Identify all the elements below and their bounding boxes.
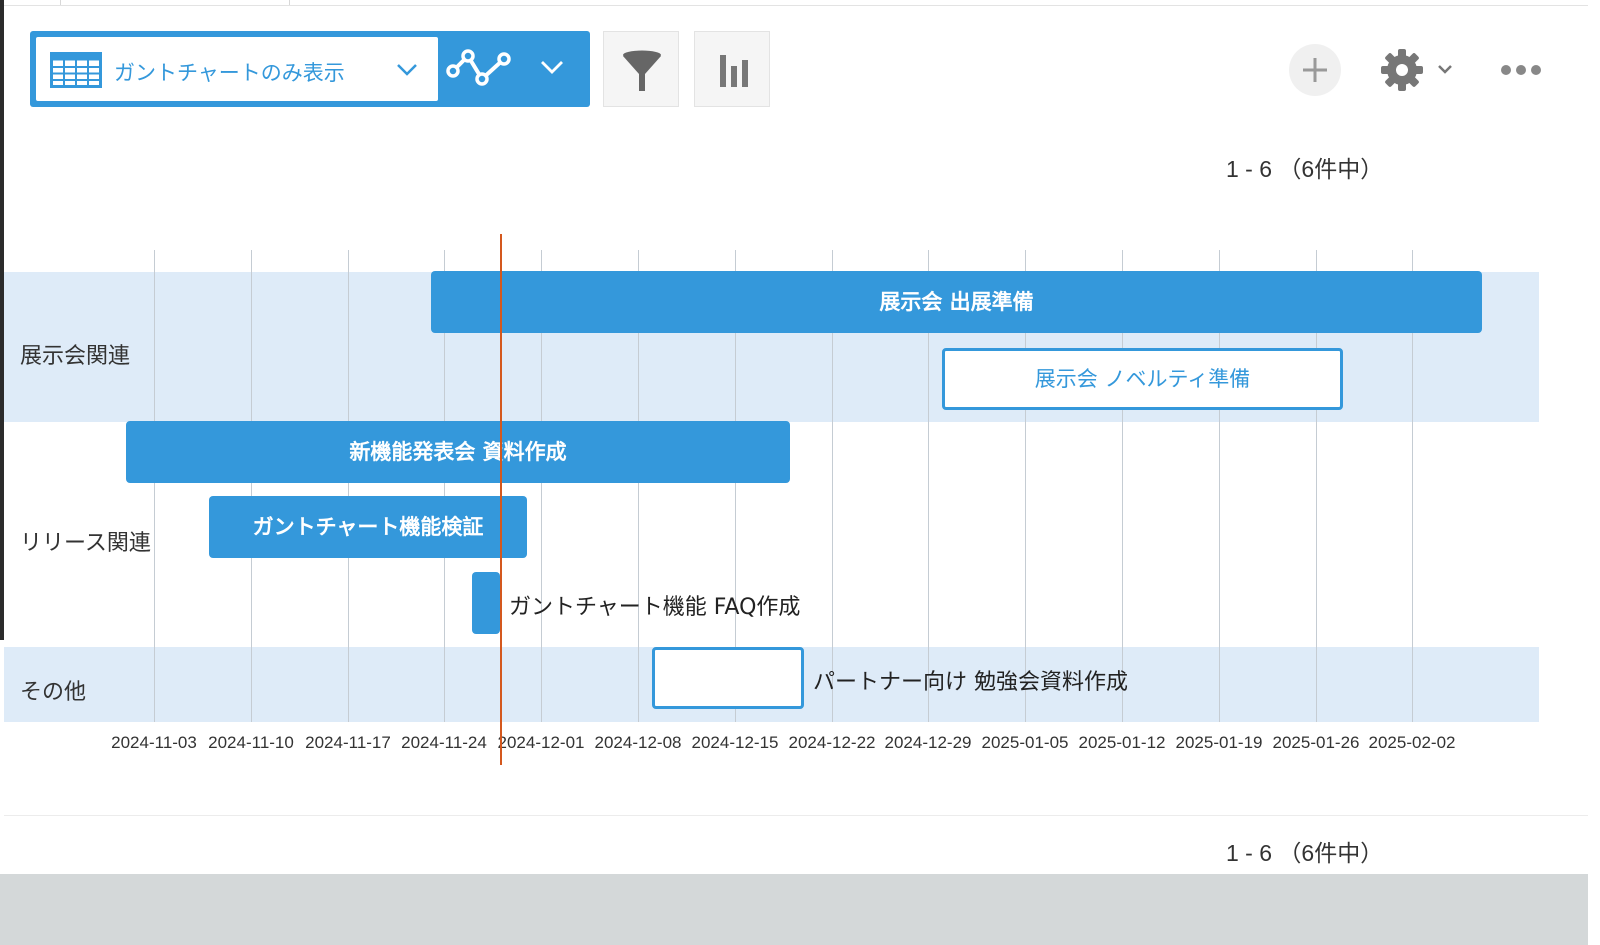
- plus-icon: [1303, 58, 1327, 82]
- axis-tick-label: 2025-01-12: [1078, 733, 1166, 752]
- window-edge: [1588, 0, 1600, 945]
- task-bar[interactable]: 展示会 出展準備: [431, 271, 1482, 333]
- task-bar[interactable]: 新機能発表会 資料作成: [126, 421, 790, 483]
- axis-tick-label: 2025-01-05: [981, 733, 1069, 752]
- gridline: [154, 250, 155, 722]
- gear-icon[interactable]: [1379, 47, 1425, 93]
- group-label: リリース関連: [20, 531, 151, 556]
- filter-button[interactable]: [603, 31, 679, 107]
- pagination-info: 1 - 6 （6件中）: [1226, 840, 1384, 866]
- group-label: 展示会関連: [20, 344, 131, 369]
- gridline: [251, 250, 252, 722]
- graph-icon[interactable]: [446, 45, 512, 93]
- table-icon: [50, 52, 102, 88]
- axis-tick-label: 2024-11-17: [305, 733, 391, 752]
- task-label: パートナー向け 勉強会資料作成: [813, 670, 1128, 695]
- more-options-icon[interactable]: [1500, 62, 1542, 78]
- axis-tick-label: 2024-12-01: [497, 733, 585, 752]
- chevron-down-icon[interactable]: [540, 59, 564, 75]
- axis-tick-label: 2024-11-24: [401, 733, 487, 752]
- today-marker: [500, 234, 502, 765]
- task-bar[interactable]: [652, 647, 804, 709]
- filter-icon: [623, 50, 661, 91]
- task-bar[interactable]: [472, 572, 500, 634]
- axis-tick-label: 2025-01-26: [1272, 733, 1360, 752]
- axis-tick-label: 2025-02-02: [1368, 733, 1456, 752]
- group-label: その他: [20, 680, 87, 705]
- add-record-button[interactable]: [1289, 44, 1341, 96]
- top-tab-strip: [4, 0, 1588, 6]
- view-select-label: ガントチャートのみ表示: [114, 61, 345, 85]
- view-switcher: ガントチャートのみ表示: [30, 31, 590, 107]
- view-select-dropdown[interactable]: ガントチャートのみ表示: [36, 37, 438, 101]
- axis-tick-label: 2024-11-10: [208, 733, 294, 752]
- task-label: ガントチャート機能検証: [252, 515, 484, 539]
- axis-tick-label: 2024-12-29: [884, 733, 972, 752]
- axis-tick-label: 2025-01-19: [1175, 733, 1263, 752]
- graph-chart-button[interactable]: [694, 31, 770, 107]
- gridline: [348, 250, 349, 722]
- task-label: 展示会 ノベルティ準備: [1034, 367, 1251, 391]
- pagination-info: 1 - 6 （6件中）: [1226, 156, 1384, 182]
- task-label: 新機能発表会 資料作成: [349, 440, 567, 464]
- page-footer-area: [0, 874, 1600, 945]
- divider: [4, 815, 1588, 816]
- chevron-down-icon: [397, 64, 417, 76]
- axis-tick-label: 2024-11-03: [111, 733, 197, 752]
- task-label: 展示会 出展準備: [879, 290, 1034, 314]
- task-bar[interactable]: ガントチャート機能検証: [209, 496, 527, 558]
- axis-tick-label: 2024-12-08: [594, 733, 682, 752]
- chevron-down-icon[interactable]: [1437, 64, 1453, 76]
- axis-tick-label: 2024-12-15: [691, 733, 779, 752]
- axis-tick-label: 2024-12-22: [788, 733, 876, 752]
- bar-chart-icon: [720, 55, 748, 87]
- task-label: ガントチャート機能 FAQ作成: [509, 595, 801, 620]
- task-bar[interactable]: 展示会 ノベルティ準備: [942, 348, 1343, 410]
